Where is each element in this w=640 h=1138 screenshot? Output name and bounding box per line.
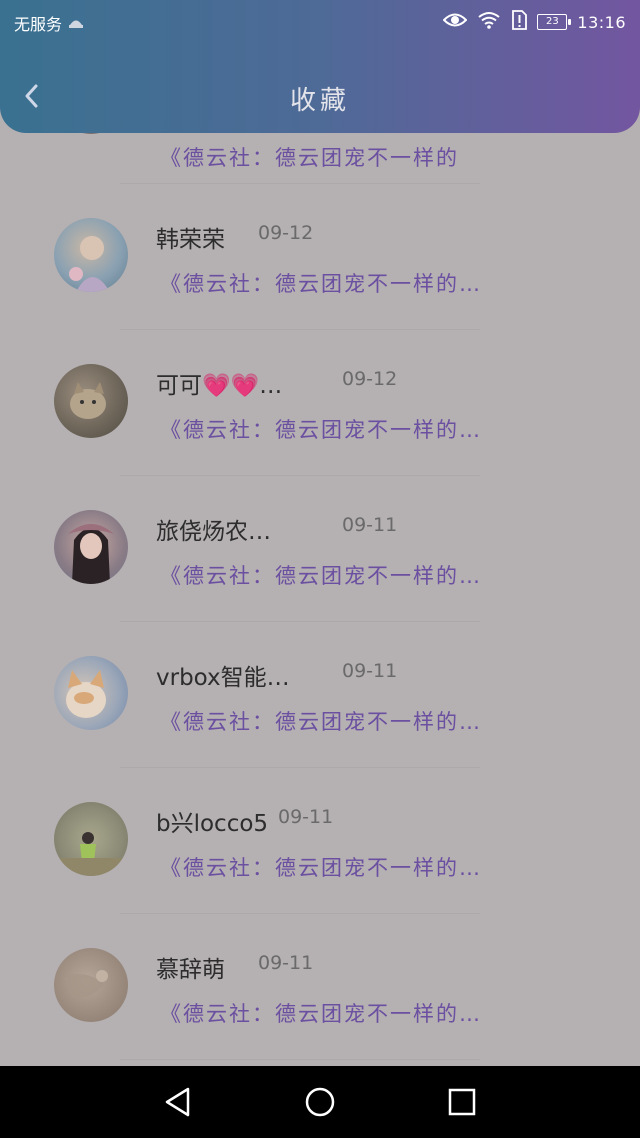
clock: 13:16	[577, 12, 626, 32]
item-date: 09-11	[258, 952, 314, 974]
item-date: 09-11	[278, 806, 334, 828]
item-snippet: 《德云社：德云团宠不一样的…	[160, 564, 482, 588]
system-nav-bar	[0, 1066, 640, 1138]
nav-recent-button[interactable]	[444, 1084, 480, 1120]
avatar	[54, 364, 128, 438]
item-snippet: 《德云社：德云团宠不一样的…	[160, 1002, 482, 1026]
item-date: 09-12	[342, 368, 398, 390]
item-date: 09-11	[342, 514, 398, 536]
list-item[interactable]: 慕辞萌 09-11 《德云社：德云团宠不一样的…	[0, 914, 640, 1060]
triangle-back-icon	[165, 1087, 190, 1117]
avatar	[54, 510, 128, 584]
item-snippet: 《德云社：德云团宠不一样的…	[160, 710, 482, 734]
item-snippet: 《德云社：德云团宠不一样的	[160, 146, 459, 170]
nav-back-button[interactable]	[160, 1084, 196, 1120]
item-snippet: 《德云社：德云团宠不一样的…	[160, 272, 482, 296]
avatar	[54, 802, 128, 876]
item-name: vrbox智能…	[156, 665, 290, 691]
avatar	[54, 218, 128, 292]
square-recent-icon	[448, 1088, 476, 1116]
nav-home-button[interactable]	[302, 1084, 338, 1120]
carrier-text: 无服务	[14, 15, 63, 34]
status-bar: 无服务 23 13:16	[0, 0, 640, 44]
divider	[120, 1059, 480, 1060]
item-name: 慕辞萌	[156, 957, 225, 983]
circle-home-icon	[305, 1087, 335, 1117]
favorites-list: 《德云社：德云团宠不一样的 韩荣荣 09-12 《德云社：德云团宠不一样的… 可…	[0, 60, 640, 1060]
title-bar: 收藏	[0, 60, 640, 130]
item-name: b兴locco5	[156, 811, 269, 837]
page-title: 收藏	[289, 86, 350, 116]
item-snippet: 《德云社：德云团宠不一样的…	[160, 418, 482, 442]
list-item[interactable]: 可可💗💗… 09-12 《德云社：德云团宠不一样的…	[0, 330, 640, 476]
item-date: 09-12	[258, 222, 314, 244]
list-item[interactable]: b兴locco5 09-11 《德云社：德云团宠不一样的…	[0, 768, 640, 914]
avatar	[54, 948, 128, 1022]
list-item[interactable]: 旅侥炀农… 09-11 《德云社：德云团宠不一样的…	[0, 476, 640, 622]
status-right: 23 13:16	[442, 10, 626, 34]
item-date: 09-11	[342, 660, 398, 682]
battery-icon: 23	[537, 14, 572, 30]
sim-alert-icon	[511, 10, 528, 34]
item-name: 旅侥炀农…	[156, 519, 271, 545]
item-snippet: 《德云社：德云团宠不一样的…	[160, 856, 482, 880]
status-left: 无服务	[14, 11, 84, 35]
list-item[interactable]: 韩荣荣 09-12 《德云社：德云团宠不一样的…	[0, 184, 640, 330]
notification-icon	[68, 14, 84, 33]
eye-icon	[442, 12, 468, 32]
list-item[interactable]: vrbox智能… 09-11 《德云社：德云团宠不一样的…	[0, 622, 640, 768]
item-name: 韩荣荣	[156, 227, 225, 253]
item-name: 可可💗💗…	[156, 373, 283, 399]
wifi-icon	[477, 11, 501, 33]
app-header: 无服务 23 13:16 收藏	[0, 0, 640, 133]
avatar	[54, 656, 128, 730]
